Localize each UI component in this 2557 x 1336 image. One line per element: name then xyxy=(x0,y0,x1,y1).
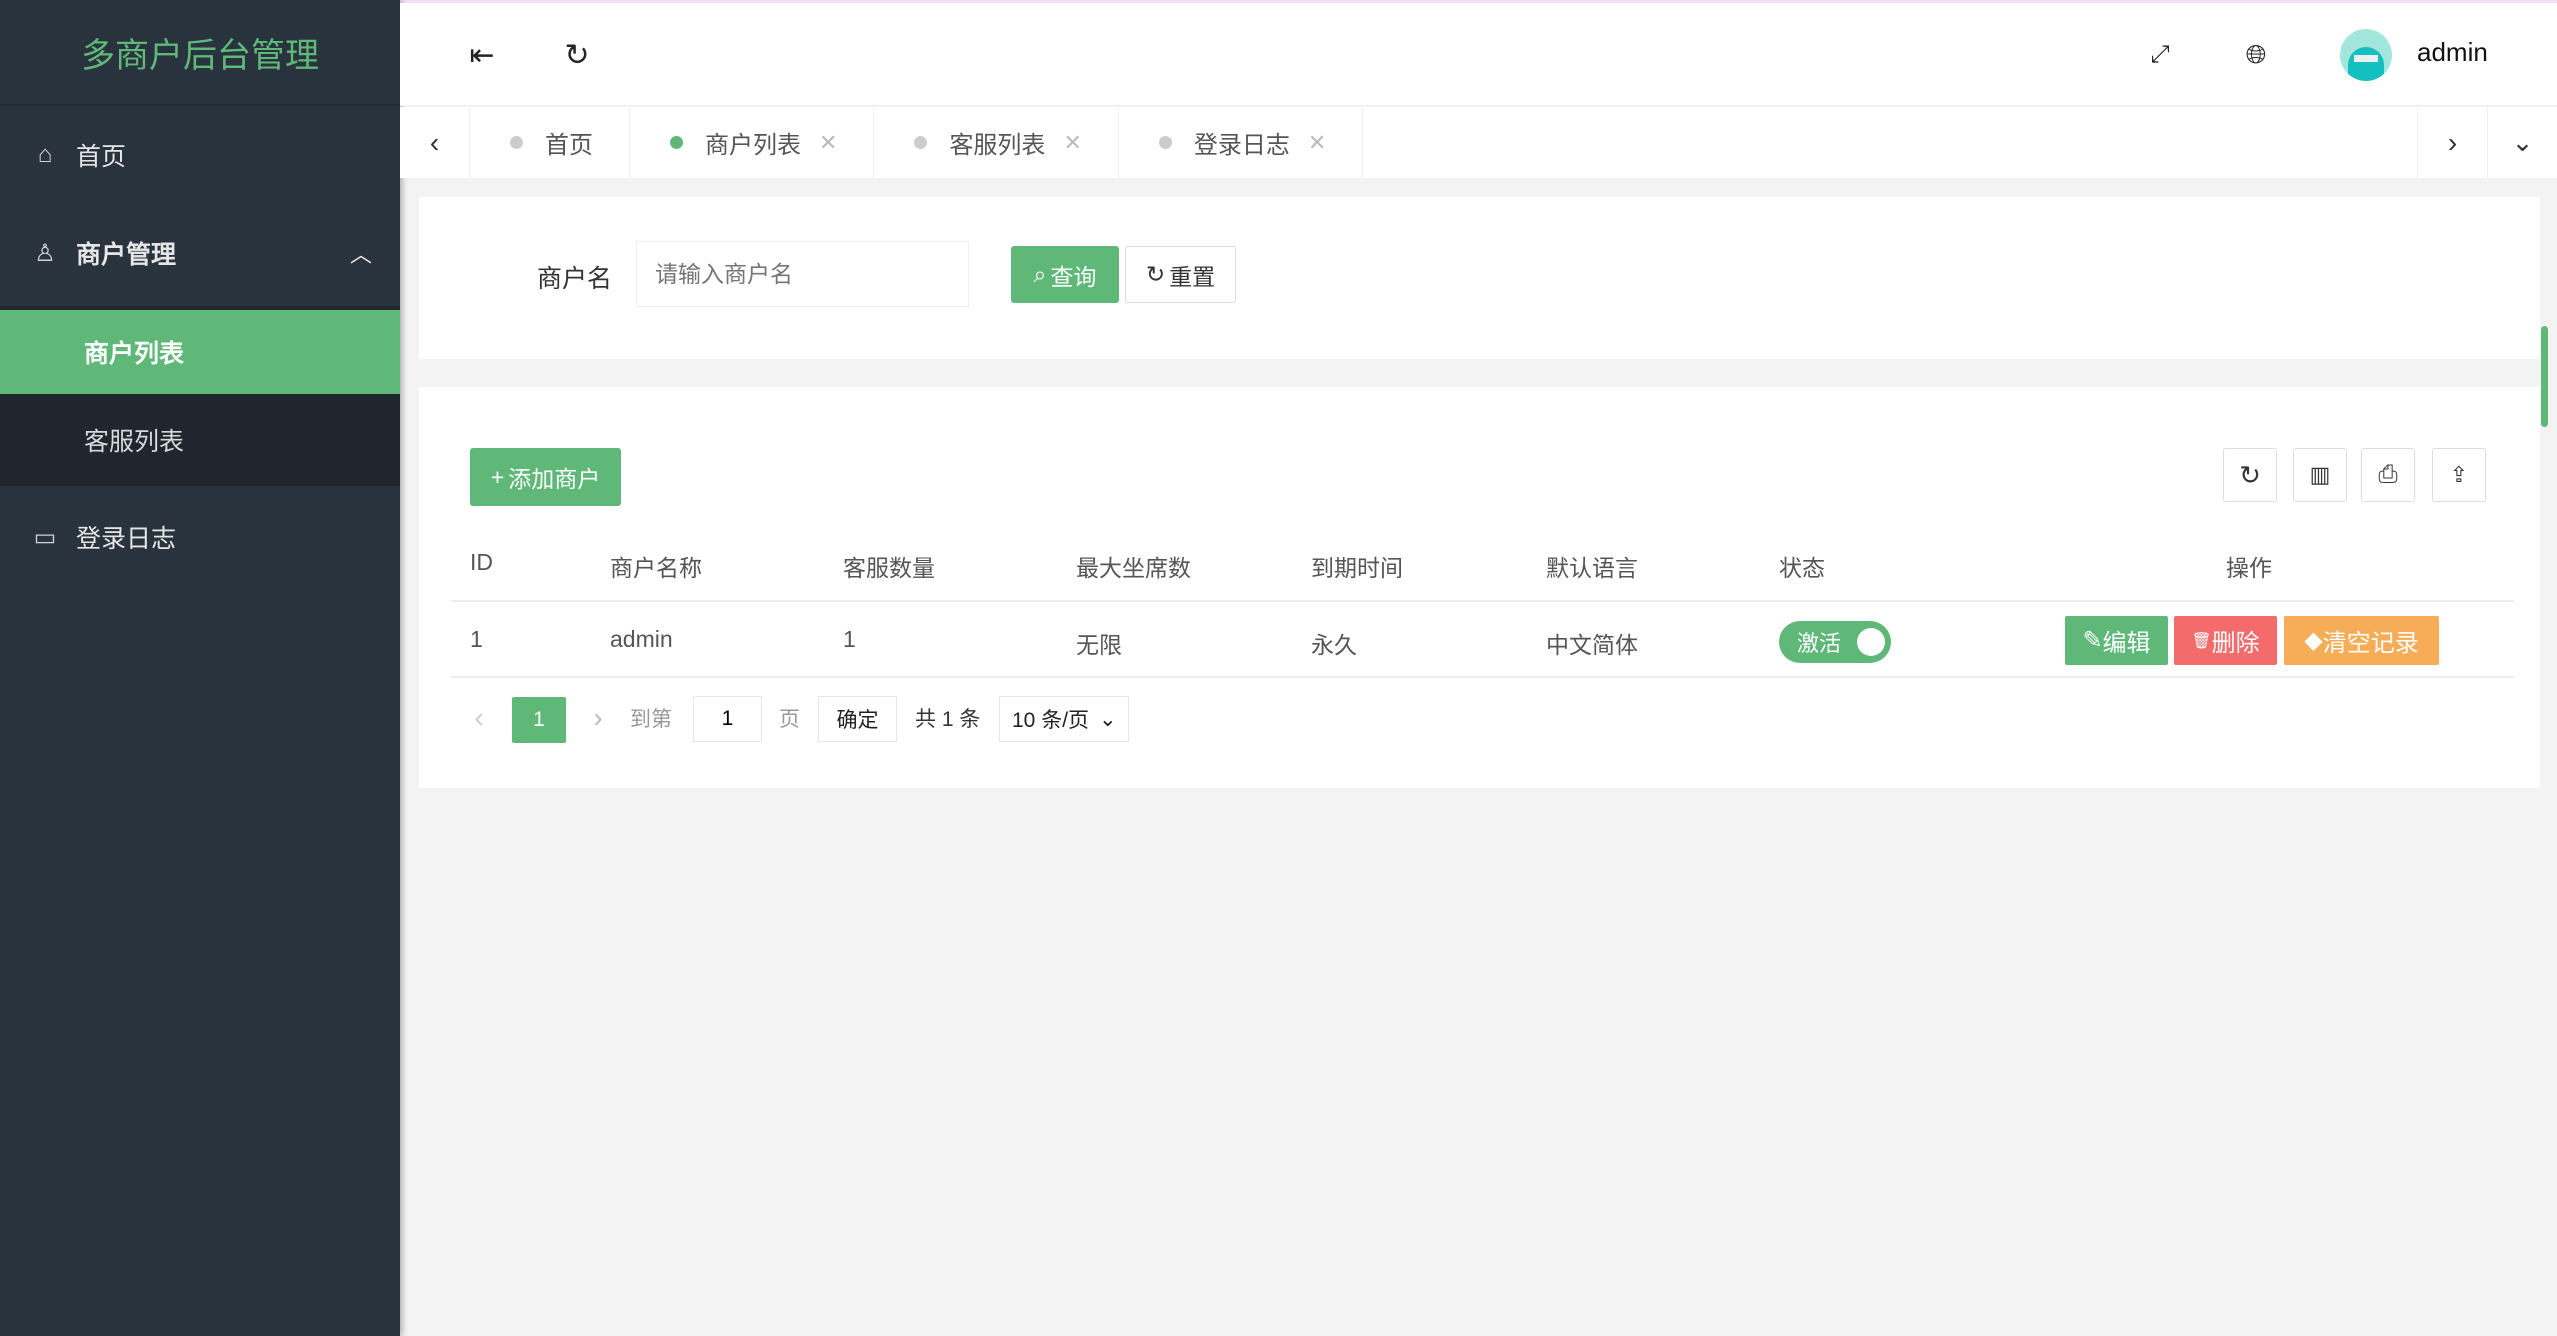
delete-button[interactable]: 🗑︎ 删除 xyxy=(2174,616,2277,665)
cell-agents: 1 xyxy=(843,626,856,652)
sidebar-item-label: 客服列表 xyxy=(84,428,185,456)
refresh-icon[interactable]: ↻ xyxy=(555,33,599,77)
tab-dot xyxy=(510,136,523,149)
app-logo: 多商户后台管理 xyxy=(0,0,400,106)
cell-language: 中文简体 xyxy=(1546,632,1638,658)
tab-bar: ‹ 首页 商户列表 ✕ 客服列表 ✕ 登录日志 ✕ › ⌄ xyxy=(400,107,2557,178)
calendar-icon: ▭ xyxy=(33,523,57,551)
edit-button[interactable]: ✎ 编辑 xyxy=(2065,616,2168,665)
menu-fold-icon[interactable]: ⇤ xyxy=(460,33,504,77)
reset-button[interactable]: ↻ 重置 xyxy=(1125,246,1236,303)
sidebar-item-merchant-management[interactable]: ♙ 商户管理 ︿ xyxy=(0,218,400,288)
query-label: 查询 xyxy=(1050,263,1097,290)
column-header: ID xyxy=(470,549,493,575)
tab-dot xyxy=(1158,136,1172,149)
tab-label: 商户列表 xyxy=(705,132,801,159)
prev-page-icon[interactable]: ‹ xyxy=(466,700,492,736)
globe-icon[interactable]: 🌐︎ xyxy=(2236,35,2276,75)
export-icon[interactable]: ⇪ xyxy=(2432,448,2486,502)
close-icon[interactable]: ✕ xyxy=(1063,130,1081,156)
edit-label: 编辑 xyxy=(2102,630,2151,657)
print-icon[interactable]: ⎙ xyxy=(2361,448,2415,502)
fullscreen-icon[interactable]: ⤢ xyxy=(2140,35,2180,75)
tab-label: 客服列表 xyxy=(949,132,1046,159)
query-button[interactable]: ⌕ 查询 xyxy=(1011,246,1119,303)
plus-icon: + xyxy=(490,463,505,490)
sidebar-item-merchant-list[interactable]: 商户列表 xyxy=(0,310,400,394)
page-1-button[interactable]: 1 xyxy=(512,697,566,743)
column-header: 操作 xyxy=(2226,555,2272,581)
eraser-icon: ◆ xyxy=(2304,627,2323,654)
close-icon[interactable]: ✕ xyxy=(819,130,837,156)
clear-records-button[interactable]: ◆ 清空记录 xyxy=(2284,616,2439,665)
page-size-value: 10 条/页 xyxy=(1012,709,1090,732)
pencil-icon: ✎ xyxy=(2082,627,2103,654)
tab-scroll-right-icon[interactable]: › xyxy=(2417,107,2487,178)
tab-scroll-left-icon[interactable]: ‹ xyxy=(400,107,470,178)
column-header: 客服数量 xyxy=(843,555,935,581)
tab-dot xyxy=(914,136,928,149)
toggle-knob xyxy=(1857,628,1885,656)
search-label: 商户名 xyxy=(537,265,613,293)
column-header: 到期时间 xyxy=(1311,555,1403,581)
goto-page-input[interactable] xyxy=(693,696,762,742)
row-divider xyxy=(451,676,2514,678)
tab-login-log[interactable]: 登录日志 ✕ xyxy=(1119,107,1364,178)
sidebar-item-label: 商户管理 xyxy=(76,241,177,269)
goto-label: 到第 xyxy=(630,708,672,731)
chevron-down-icon: ⌄ xyxy=(1099,707,1117,731)
close-icon[interactable]: ✕ xyxy=(1308,130,1326,156)
column-header: 默认语言 xyxy=(1546,555,1638,581)
chevron-up-icon: ︿ xyxy=(349,242,372,267)
add-label: 添加商户 xyxy=(508,466,601,492)
username[interactable]: admin xyxy=(2417,37,2488,68)
tab-home[interactable]: 首页 xyxy=(470,107,630,178)
status-label: 激活 xyxy=(1797,631,1842,656)
refresh-icon: ↻ xyxy=(1145,261,1166,287)
reset-label: 重置 xyxy=(1169,263,1216,290)
next-page-icon[interactable]: › xyxy=(585,700,611,736)
row-divider xyxy=(451,600,2514,602)
sidebar-item-login-log[interactable]: ▭ 登录日志 xyxy=(0,502,400,572)
cell-name: admin xyxy=(610,626,673,652)
top-header: ⇤ ↻ ⤢ 🌐︎ admin xyxy=(400,3,2557,106)
confirm-button[interactable]: 确定 xyxy=(818,696,897,742)
total-count: 共 1 条 xyxy=(915,708,981,731)
column-header: 商户名称 xyxy=(610,555,702,581)
cell-max-seats: 无限 xyxy=(1076,632,1122,658)
page-size-select[interactable]: 10 条/页 ⌄ xyxy=(999,696,1129,742)
cell-id: 1 xyxy=(470,626,483,652)
tab-merchant-list[interactable]: 商户列表 ✕ xyxy=(630,107,875,178)
table-refresh-icon[interactable]: ↻ xyxy=(2223,448,2277,502)
tab-menu-chevron-down-icon[interactable]: ⌄ xyxy=(2487,107,2557,178)
trash-icon: 🗑︎ xyxy=(2191,632,2212,650)
delete-label: 删除 xyxy=(2211,630,2260,657)
column-header: 状态 xyxy=(1779,555,1825,581)
user-icon: ♙ xyxy=(34,239,56,267)
cell-expire: 永久 xyxy=(1311,632,1357,658)
merchant-name-input[interactable] xyxy=(636,241,969,307)
tab-label: 登录日志 xyxy=(1193,132,1290,159)
search-icon: ⌕ xyxy=(1033,261,1047,287)
avatar[interactable] xyxy=(2340,29,2392,81)
sidebar-item-label: 首页 xyxy=(76,143,127,171)
status-toggle[interactable]: 激活 xyxy=(1779,621,1891,663)
tab-dot xyxy=(670,136,683,149)
page-label: 页 xyxy=(779,708,800,731)
scrollbar-thumb[interactable] xyxy=(2541,326,2548,427)
sidebar: 多商户后台管理 ⌂ 首页 ♙ 商户管理 ︿ 商户列表 客服列表 ▭ 登录日志 xyxy=(0,0,400,1336)
home-icon: ⌂ xyxy=(37,141,53,168)
column-header: 最大坐席数 xyxy=(1076,555,1191,581)
columns-icon[interactable]: ▥ xyxy=(2293,448,2347,502)
sidebar-item-label: 登录日志 xyxy=(76,525,177,553)
clear-label: 清空记录 xyxy=(2322,630,2419,657)
sidebar-item-home[interactable]: ⌂ 首页 xyxy=(0,120,400,190)
tab-agent-list[interactable]: 客服列表 ✕ xyxy=(874,107,1119,178)
tab-label: 首页 xyxy=(545,132,593,159)
search-card: 商户名 ⌕查询 ↻重置 xyxy=(419,197,2540,359)
sidebar-item-label: 商户列表 xyxy=(84,340,185,368)
add-merchant-button[interactable]: + 添加商户 xyxy=(470,448,621,506)
sidebar-item-agent-list[interactable]: 客服列表 xyxy=(0,394,400,486)
